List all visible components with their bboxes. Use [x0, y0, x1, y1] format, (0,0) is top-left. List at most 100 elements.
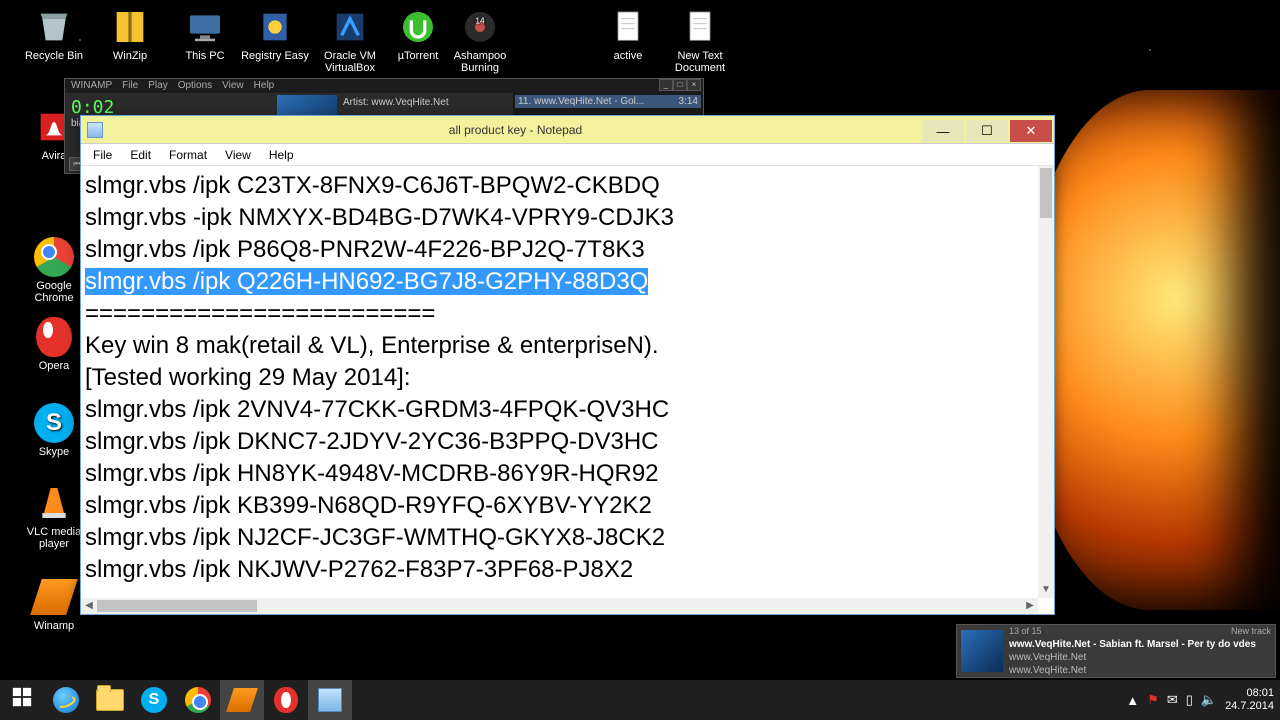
winzip-icon [109, 6, 151, 48]
taskbar-start-button[interactable] [0, 680, 44, 720]
notepad-line: slmgr.vbs /ipk NKJWV-P2762-F83P7-3PF68-P… [85, 554, 1054, 586]
scroll-left-arrow[interactable]: ◀ [81, 598, 97, 614]
taskbar-chrome-button[interactable] [176, 680, 220, 720]
vlc-icon [33, 482, 75, 524]
taskbar-opera-button[interactable] [264, 680, 308, 720]
svg-text:14: 14 [475, 16, 485, 26]
desktop-icon-label: Winamp [18, 620, 90, 632]
toast-count: 13 of 15 [1009, 625, 1042, 638]
notepad-menu-help[interactable]: Help [261, 146, 302, 164]
scroll-right-arrow[interactable]: ▶ [1022, 598, 1038, 614]
taskbar-explorer-button[interactable] [88, 680, 132, 720]
notepad-menu-format[interactable]: Format [161, 146, 215, 164]
toast-album-art [961, 630, 1003, 672]
notepad-vscrollbar[interactable]: ▲ ▼ [1038, 166, 1054, 598]
notepad-text-area[interactable]: slmgr.vbs /ipk C23TX-8FNX9-C6J6T-BPQW2-C… [81, 166, 1054, 598]
desktop-icon-registry-easy[interactable]: Registry Easy [239, 6, 311, 62]
taskbar-ie-button[interactable] [44, 680, 88, 720]
winamp-icon [230, 688, 254, 712]
toast-badge: New track [1231, 625, 1271, 638]
notepad-line: slmgr.vbs /ipk C23TX-8FNX9-C6J6T-BPQW2-C… [85, 170, 1054, 202]
notepad-menu-edit[interactable]: Edit [122, 146, 159, 164]
recycle-icon [33, 6, 75, 48]
notepad-line: slmgr.vbs /ipk 2VNV4-77CKK-GRDM3-4FPQK-Q… [85, 394, 1054, 426]
notepad-line: ========================= [85, 298, 1054, 330]
wallpaper-planet [1020, 90, 1280, 610]
taskbar-notepad-button[interactable] [308, 680, 352, 720]
system-tray[interactable]: ▲ ⚑ ✉ ▯ 🔈 08:01 24.7.2014 [1126, 680, 1280, 720]
winamp-close-button[interactable]: × [687, 79, 701, 91]
nowplaying-toast[interactable]: 13 of 15 New track www.VeqHite.Net - Sab… [956, 624, 1276, 678]
winamp-menu-options[interactable]: Options [178, 79, 212, 93]
desktop-icon-new-text-document[interactable]: New Text Document [664, 6, 736, 74]
taskbar-skype-button[interactable]: S [132, 680, 176, 720]
desktop-icon-label: Ashampoo Burning [444, 50, 516, 74]
tray-sound-icon[interactable]: 🔈 [1201, 692, 1217, 708]
winamp-artist: www.VeqHite.Net [371, 97, 448, 108]
winamp-menu-view[interactable]: View [222, 79, 244, 93]
winamp-menu-file[interactable]: File [122, 79, 138, 93]
desktop-icon-label: WinZip [94, 50, 166, 62]
desktop-icon-active[interactable]: active [592, 6, 664, 62]
notepad-menu-view[interactable]: View [217, 146, 259, 164]
desktop-icon-label: New Text Document [664, 50, 736, 74]
notepad-line: slmgr.vbs /ipk Q226H-HN692-BG7J8-G2PHY-8… [85, 266, 1054, 298]
desktop-icon-label: active [592, 50, 664, 62]
tray-flag-icon[interactable]: ⚑ [1147, 692, 1159, 708]
notepad-line: slmgr.vbs /ipk HN8YK-4948V-MCDRB-86Y9R-H… [85, 458, 1054, 490]
notepad-window[interactable]: all product key - Notepad — ☐ ✕ File Edi… [80, 115, 1055, 615]
desktop-icon-label: Recycle Bin [18, 50, 90, 62]
winamp-artist-label: Artist: [343, 97, 369, 108]
desktop-icon-label: This PC [169, 50, 241, 62]
notepad-minimize-button[interactable]: — [922, 120, 964, 142]
notepad-maximize-button[interactable]: ☐ [966, 120, 1008, 142]
notepad-line: Key win 8 mak(retail & VL), Enterprise &… [85, 330, 1054, 362]
scroll-thumb[interactable] [1040, 168, 1052, 218]
chrome-icon [185, 687, 211, 713]
tray-clock[interactable]: 08:01 24.7.2014 [1225, 687, 1274, 713]
notepad-close-button[interactable]: ✕ [1010, 120, 1052, 142]
skype-icon: S [33, 402, 75, 444]
notepad-line: [Tested working 29 May 2014]: [85, 362, 1054, 394]
notepad-menu-file[interactable]: File [85, 146, 120, 164]
registry-icon [254, 6, 296, 48]
notepad-hscrollbar[interactable]: ◀ ▶ [81, 598, 1038, 614]
notepad-title: all product key - Notepad [109, 123, 922, 137]
winamp-menu-play[interactable]: Play [148, 79, 167, 93]
winamp-maximize-button[interactable]: □ [673, 79, 687, 91]
taskbar-winamp-button[interactable] [220, 680, 264, 720]
tray-date: 24.7.2014 [1225, 700, 1274, 713]
notepad-line: slmgr.vbs /ipk DKNC7-2JDYV-2YC36-B3PPQ-D… [85, 426, 1054, 458]
notepad-menubar[interactable]: File Edit Format View Help [81, 144, 1054, 166]
tray-messages-icon[interactable]: ✉ [1167, 692, 1178, 708]
notepad-titlebar[interactable]: all product key - Notepad — ☐ ✕ [81, 116, 1054, 144]
winamp-menu-help[interactable]: Help [254, 79, 275, 93]
tray-time: 08:01 [1225, 687, 1274, 700]
textfile-icon [679, 6, 721, 48]
skype-icon: S [141, 687, 167, 713]
desktop-icon-oracle-vm-virtualbox[interactable]: Oracle VM VirtualBox [314, 6, 386, 74]
start-icon [11, 686, 33, 714]
winamp-titlebar[interactable]: WINAMP File Play Options View Help _ □ × [65, 79, 703, 93]
taskbar[interactable]: S ▲ ⚑ ✉ ▯ 🔈 08:01 24.7.2014 [0, 680, 1280, 720]
winamp-playlist-row[interactable]: 11. www.VeqHite.Net - Gol... 3:14 [515, 95, 701, 108]
vbox-icon [329, 6, 371, 48]
ashampoo-icon: 14 [459, 6, 501, 48]
toast-sub1: www.VeqHite.Net [1009, 651, 1271, 664]
winamp-app-name: WINAMP [71, 79, 112, 93]
desktop-icon-recycle-bin[interactable]: Recycle Bin [18, 6, 90, 62]
scroll-thumb[interactable] [97, 600, 257, 612]
desktop-icon-winzip[interactable]: WinZip [94, 6, 166, 62]
winamp-icon [33, 576, 75, 618]
desktop-icon-ashampoo-burning[interactable]: 14 Ashampoo Burning [444, 6, 516, 74]
desktop-icon-this-pc[interactable]: This PC [169, 6, 241, 62]
tray-network-icon[interactable]: ▯ [1186, 692, 1193, 708]
ie-icon [53, 687, 79, 713]
toast-sub2: www.VeqHite.Net [1009, 664, 1271, 677]
scroll-down-arrow[interactable]: ▼ [1038, 582, 1054, 598]
winamp-minimize-button[interactable]: _ [659, 79, 673, 91]
chrome-icon [33, 236, 75, 278]
utorrent-icon [397, 6, 439, 48]
desktop-icon-label: Oracle VM VirtualBox [314, 50, 386, 74]
tray-show-hidden-icon[interactable]: ▲ [1126, 693, 1139, 708]
